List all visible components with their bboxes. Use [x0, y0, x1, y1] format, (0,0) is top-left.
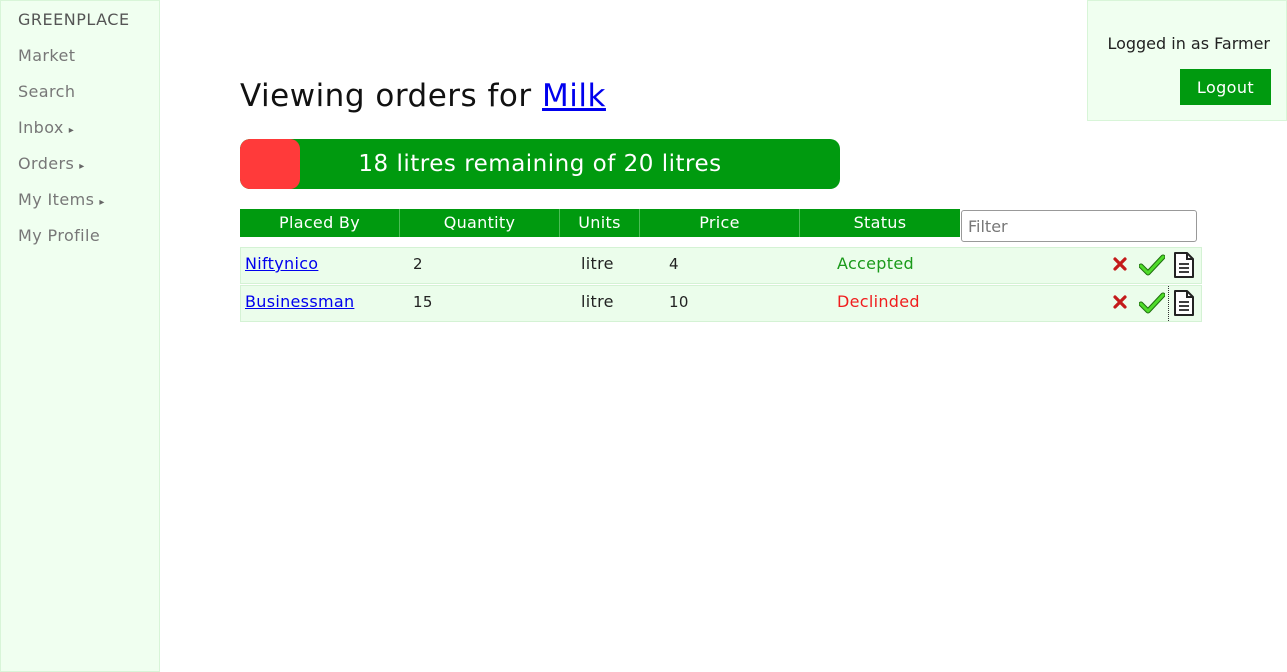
column-header-units[interactable]: Units — [560, 209, 640, 237]
document-icon[interactable] — [1172, 251, 1196, 279]
sidebar-item-inbox[interactable]: Inbox ▸ — [18, 118, 74, 137]
item-link-milk[interactable]: Milk — [542, 78, 606, 114]
quantity-cell: 2 — [413, 255, 423, 273]
sidebar-item-label: Market — [18, 46, 76, 65]
sidebar-item-label: Inbox — [18, 118, 64, 137]
status-cell: Declinded — [837, 292, 920, 311]
column-header-placed-by[interactable]: Placed By — [240, 209, 400, 237]
sidebar-item-my-items[interactable]: My Items ▸ — [18, 190, 105, 209]
logged-in-status: Logged in as Farmer — [1107, 34, 1270, 53]
filter-input[interactable] — [961, 210, 1197, 242]
placed-by-link[interactable]: Businessman — [245, 286, 354, 321]
page-title: Viewing orders for Milk — [240, 78, 606, 114]
sidebar-item-label: My Profile — [18, 226, 101, 245]
sidebar: GREENPLACE Market Search Inbox ▸ Orders ▸ … — [0, 0, 160, 672]
price-cell: 10 — [669, 293, 689, 311]
caret-right-icon: ▸ — [79, 161, 85, 172]
accept-check-icon[interactable] — [1139, 290, 1165, 316]
price-cell: 4 — [669, 255, 679, 273]
login-panel: Logged in as Farmer Logout — [1087, 0, 1287, 121]
brand-logo[interactable]: GREENPLACE — [18, 10, 130, 29]
caret-right-icon: ▸ — [99, 197, 105, 208]
column-header-quantity[interactable]: Quantity — [400, 209, 560, 237]
orders-table-header: Placed By Quantity Units Price Status — [240, 209, 960, 237]
sidebar-item-label: Search — [18, 82, 76, 101]
sidebar-item-label: Orders — [18, 154, 75, 173]
quantity-cell: 15 — [413, 293, 433, 311]
document-icon[interactable] — [1172, 289, 1196, 317]
accept-check-icon[interactable] — [1139, 252, 1165, 278]
page-title-prefix: Viewing orders for — [240, 78, 532, 114]
reject-icon[interactable] — [1113, 257, 1127, 271]
table-row: Businessman 15 litre 10 Declinded — [240, 285, 1202, 322]
logout-button[interactable]: Logout — [1180, 69, 1271, 105]
column-header-status[interactable]: Status — [800, 209, 960, 237]
reject-icon[interactable] — [1113, 295, 1127, 309]
sidebar-item-orders[interactable]: Orders ▸ — [18, 154, 85, 173]
caret-right-icon: ▸ — [68, 125, 75, 136]
units-cell: litre — [581, 292, 614, 311]
progress-label: 18 litres remaining of 20 litres — [358, 151, 722, 177]
status-cell: Accepted — [837, 254, 914, 273]
sidebar-item-label: My Items — [18, 190, 95, 209]
placed-by-link[interactable]: Niftynico — [245, 248, 318, 283]
sidebar-item-market[interactable]: Market — [18, 46, 75, 65]
column-header-price[interactable]: Price — [640, 209, 800, 237]
focus-indicator — [1168, 286, 1169, 321]
sidebar-item-search[interactable]: Search — [18, 82, 75, 101]
quantity-progress-bar: 18 litres remaining of 20 litres — [240, 139, 840, 189]
table-row: Niftynico 2 litre 4 Accepted — [240, 247, 1202, 284]
sidebar-item-my-profile[interactable]: My Profile — [18, 226, 100, 245]
units-cell: litre — [581, 254, 614, 273]
